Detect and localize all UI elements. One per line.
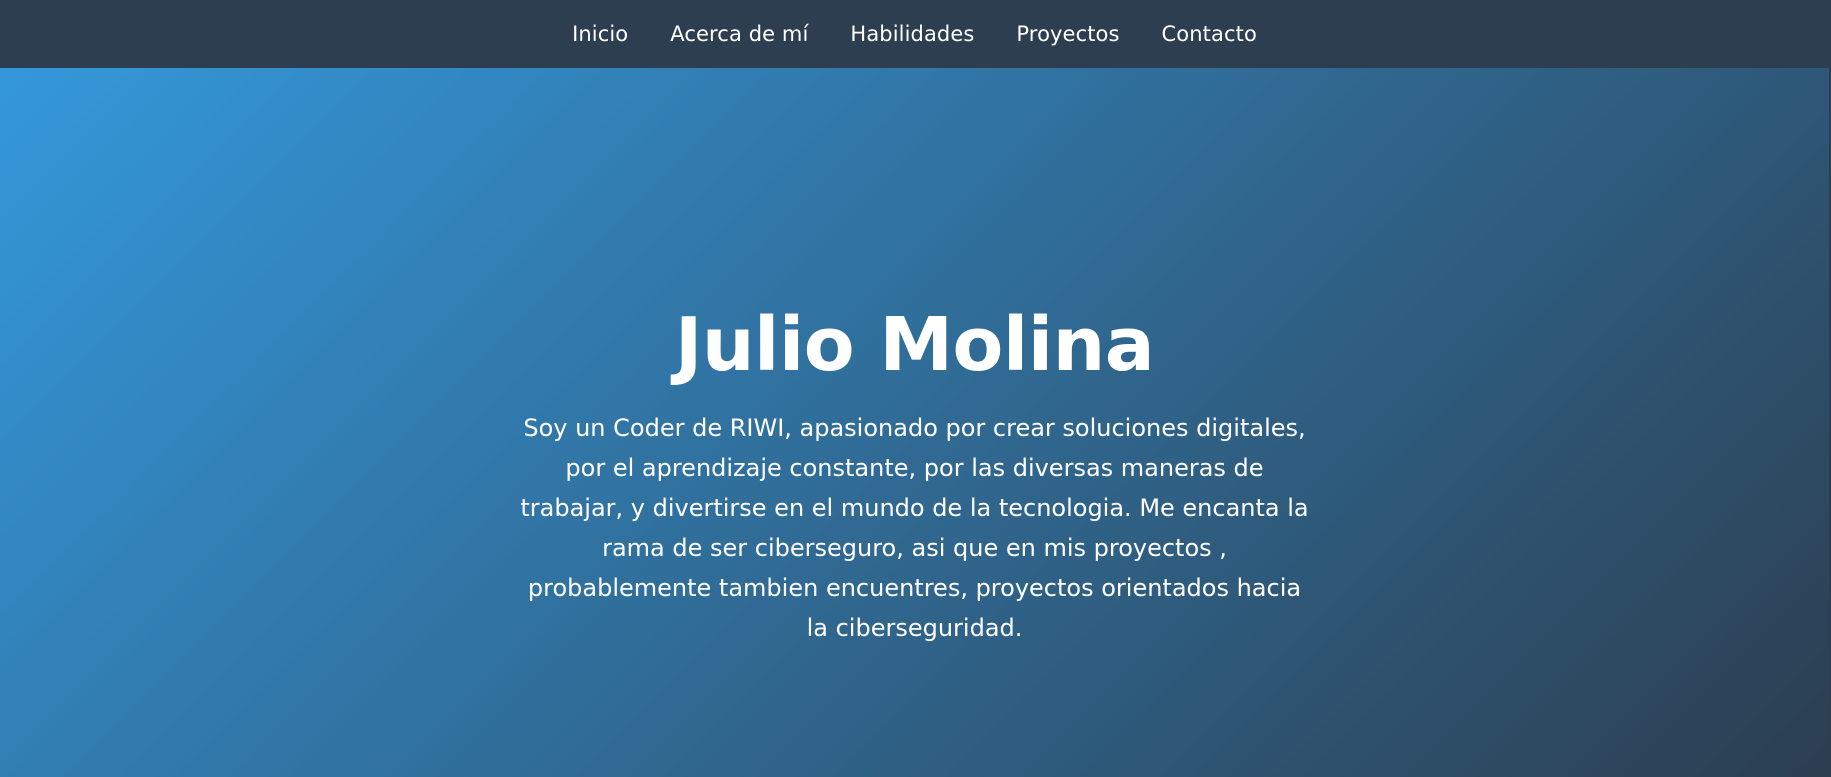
nav-link-proyectos[interactable]: Proyectos: [1016, 22, 1119, 46]
nav-link-contacto[interactable]: Contacto: [1162, 22, 1257, 46]
page: Inicio Acerca de mí Habilidades Proyecto…: [0, 0, 1831, 777]
nav-link-acerca[interactable]: Acerca de mí: [670, 22, 808, 46]
nav-link-habilidades[interactable]: Habilidades: [850, 22, 974, 46]
hero-description: Soy un Coder de RIWI, apasionado por cre…: [520, 414, 1309, 642]
hero-section: Julio Molina Soy un Coder de RIWI, apasi…: [0, 68, 1829, 777]
nav-link-inicio[interactable]: Inicio: [572, 22, 628, 46]
top-navbar: Inicio Acerca de mí Habilidades Proyecto…: [0, 0, 1829, 68]
hero-title: Julio Molina: [674, 302, 1155, 388]
